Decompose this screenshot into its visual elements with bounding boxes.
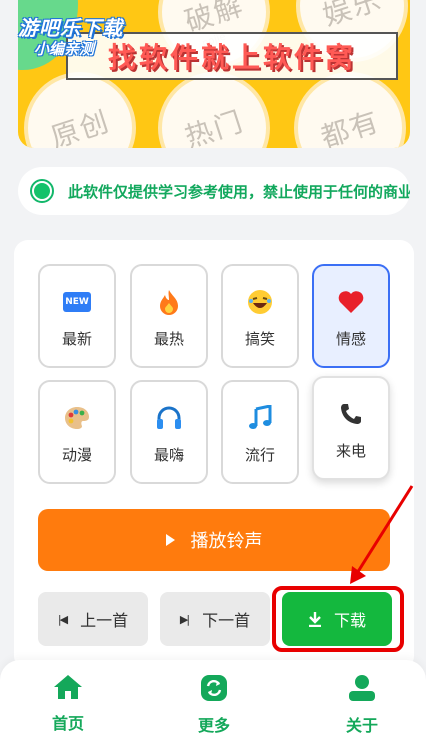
watermark-subtitle: 小编亲测 [34,40,95,58]
banner-bubble: 原创chuang [24,72,136,148]
notice-bar: 此软件仅提供学习参考使用，禁止使用于任何的商业 [18,167,410,215]
notice-text: 此软件仅提供学习参考使用，禁止使用于任何的商业 [68,182,410,201]
category-tile-hottest[interactable]: 最热 [130,264,208,368]
banner-bubble: 都有douyou [294,72,406,148]
category-tile-popular[interactable]: 流行 [221,380,299,484]
laughing-face-icon [246,288,274,316]
music-note-icon [246,404,274,432]
category-tile-anime[interactable]: 动漫 [38,380,116,484]
previous-track-button[interactable]: |◀ 上一首 [38,592,148,646]
skip-next-icon: ▶| [179,612,190,626]
heart-icon [337,288,365,316]
category-tile-emotion[interactable]: 情感 [312,264,390,368]
next-track-button[interactable]: ▶| 下一首 [160,592,270,646]
home-icon [54,675,82,699]
tab-home[interactable]: 首页 [28,674,108,734]
tab-about[interactable]: 关于 [322,674,402,736]
new-icon: NEW [63,288,91,316]
category-tile-latest[interactable]: NEW 最新 [38,264,116,368]
play-icon [165,534,175,546]
bottom-tab-bar: 首页 更多 关于 [0,660,426,746]
fire-icon [155,288,183,316]
play-ringtone-button[interactable]: 播放铃声 [38,509,390,571]
category-tile-funny[interactable]: 搞笑 [221,264,299,368]
tab-more[interactable]: 更多 [174,674,254,736]
phone-icon [337,400,365,428]
radio-dot-icon [30,179,54,203]
category-tile-ringtone-call[interactable]: 来电 [312,376,390,480]
watermark-logo: 游吧乐下载 [18,16,123,40]
refresh-icon [201,675,227,701]
annotation-arrow [350,485,414,584]
annotation-highlight-box [272,586,404,652]
skip-previous-icon: |◀ [57,612,68,626]
category-tile-hype[interactable]: 最嗨 [130,380,208,484]
palette-icon [63,404,91,432]
headphones-icon [155,404,183,432]
banner-bubble: 热门remen [158,72,270,148]
user-icon [349,675,375,701]
